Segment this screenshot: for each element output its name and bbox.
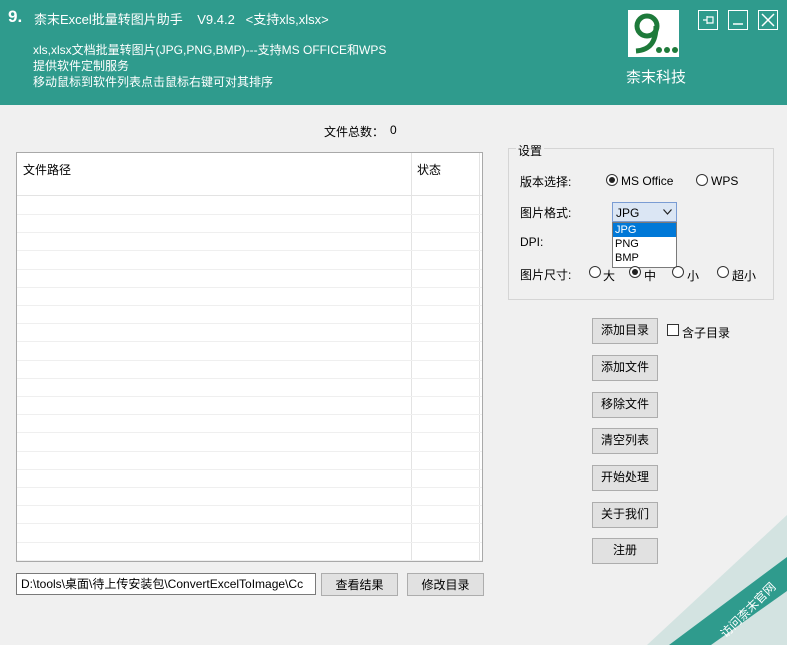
- radio-size-xsmall-label[interactable]: 超小: [732, 267, 756, 284]
- table-row[interactable]: [17, 196, 482, 215]
- window-title: 柰末Excel批量转图片助手 V9.4.2 <支持xls,xlsx>: [34, 12, 329, 27]
- header-line-3: 移动鼠标到软件列表点击鼠标右键可对其排序: [33, 75, 274, 89]
- table-row[interactable]: [17, 505, 482, 525]
- header-line-2: 提供软件定制服务: [33, 59, 130, 73]
- radio-ms-office-label[interactable]: MS Office: [621, 174, 673, 188]
- version-label: 版本选择:: [520, 175, 572, 189]
- minimize-icon[interactable]: [728, 10, 748, 30]
- table-row[interactable]: [17, 323, 482, 343]
- radio-size-small[interactable]: [672, 266, 684, 278]
- close-icon[interactable]: [758, 10, 778, 30]
- visit-website-ribbon[interactable]: 访问柰末官网: [647, 515, 787, 645]
- radio-size-small-label[interactable]: 小: [687, 267, 699, 284]
- radio-wps-label[interactable]: WPS: [711, 174, 738, 188]
- format-option-png[interactable]: PNG: [613, 237, 676, 251]
- radio-size-medium-label[interactable]: 中: [644, 267, 656, 284]
- remove-file-button[interactable]: 移除文件: [592, 392, 658, 418]
- view-results-button[interactable]: 查看结果: [321, 573, 398, 596]
- format-select-value: JPG: [616, 206, 640, 220]
- dpi-label: DPI:: [520, 235, 544, 249]
- change-directory-button[interactable]: 修改目录: [407, 573, 484, 596]
- add-file-button[interactable]: 添加文件: [592, 355, 658, 381]
- table-row[interactable]: [17, 542, 482, 561]
- add-directory-button[interactable]: 添加目录: [592, 318, 658, 344]
- clear-list-button[interactable]: 清空列表: [592, 428, 658, 454]
- output-path-field[interactable]: D:\tools\桌面\待上传安装包\ConvertExcelToImage\C…: [16, 573, 316, 595]
- file-list-table[interactable]: 文件路径 状态: [16, 152, 483, 562]
- radio-size-large[interactable]: [589, 266, 601, 278]
- chevron-down-icon: [663, 209, 672, 215]
- radio-ms-office[interactable]: [606, 174, 618, 186]
- table-row[interactable]: [17, 469, 482, 488]
- file-count-value: 0: [390, 123, 397, 137]
- table-row[interactable]: [17, 287, 482, 306]
- settings-title: 设置: [516, 142, 545, 159]
- format-select[interactable]: JPG: [612, 202, 677, 222]
- format-option-bmp[interactable]: BMP: [613, 251, 676, 265]
- table-row[interactable]: [17, 342, 482, 361]
- radio-size-medium[interactable]: [629, 266, 641, 278]
- column-header-path[interactable]: 文件路径: [23, 161, 71, 178]
- format-dropdown-list[interactable]: JPG PNG BMP: [612, 222, 677, 268]
- column-header-status[interactable]: 状态: [417, 161, 441, 178]
- table-row[interactable]: [17, 251, 482, 270]
- radio-size-xsmall[interactable]: [717, 266, 729, 278]
- brand-logo: [628, 10, 679, 57]
- table-row[interactable]: [17, 451, 482, 470]
- table-row[interactable]: [17, 487, 482, 507]
- table-row[interactable]: [17, 214, 482, 234]
- pin-icon[interactable]: [698, 10, 718, 30]
- header-banner: 9. 柰末Excel批量转图片助手 V9.4.2 <支持xls,xlsx> xl…: [0, 0, 787, 105]
- table-row[interactable]: [17, 269, 482, 288]
- file-count-label: 文件总数：: [324, 125, 385, 139]
- table-row[interactable]: [17, 305, 482, 325]
- table-row[interactable]: [17, 360, 482, 379]
- table-row[interactable]: [17, 524, 482, 543]
- table-row[interactable]: [17, 433, 482, 452]
- header-line-1: xls,xlsx文档批量转图片(JPG,PNG,BMP)---支持MS OFFI…: [33, 43, 387, 57]
- radio-wps[interactable]: [696, 174, 708, 186]
- radio-size-large-label[interactable]: 大: [603, 267, 615, 284]
- app-icon: 9.: [8, 7, 23, 26]
- brand-name: 柰末科技: [625, 69, 686, 86]
- include-subdir-label[interactable]: 含子目录: [682, 324, 730, 341]
- format-option-jpg[interactable]: JPG: [613, 223, 676, 237]
- table-row[interactable]: [17, 414, 482, 434]
- size-label: 图片尺寸:: [520, 268, 572, 282]
- table-row[interactable]: [17, 232, 482, 252]
- table-row[interactable]: [17, 396, 482, 416]
- start-processing-button[interactable]: 开始处理: [592, 465, 658, 491]
- table-row[interactable]: [17, 378, 482, 397]
- table-header: 文件路径 状态: [17, 153, 482, 196]
- include-subdir-checkbox[interactable]: [667, 324, 679, 336]
- format-label: 图片格式:: [520, 206, 572, 220]
